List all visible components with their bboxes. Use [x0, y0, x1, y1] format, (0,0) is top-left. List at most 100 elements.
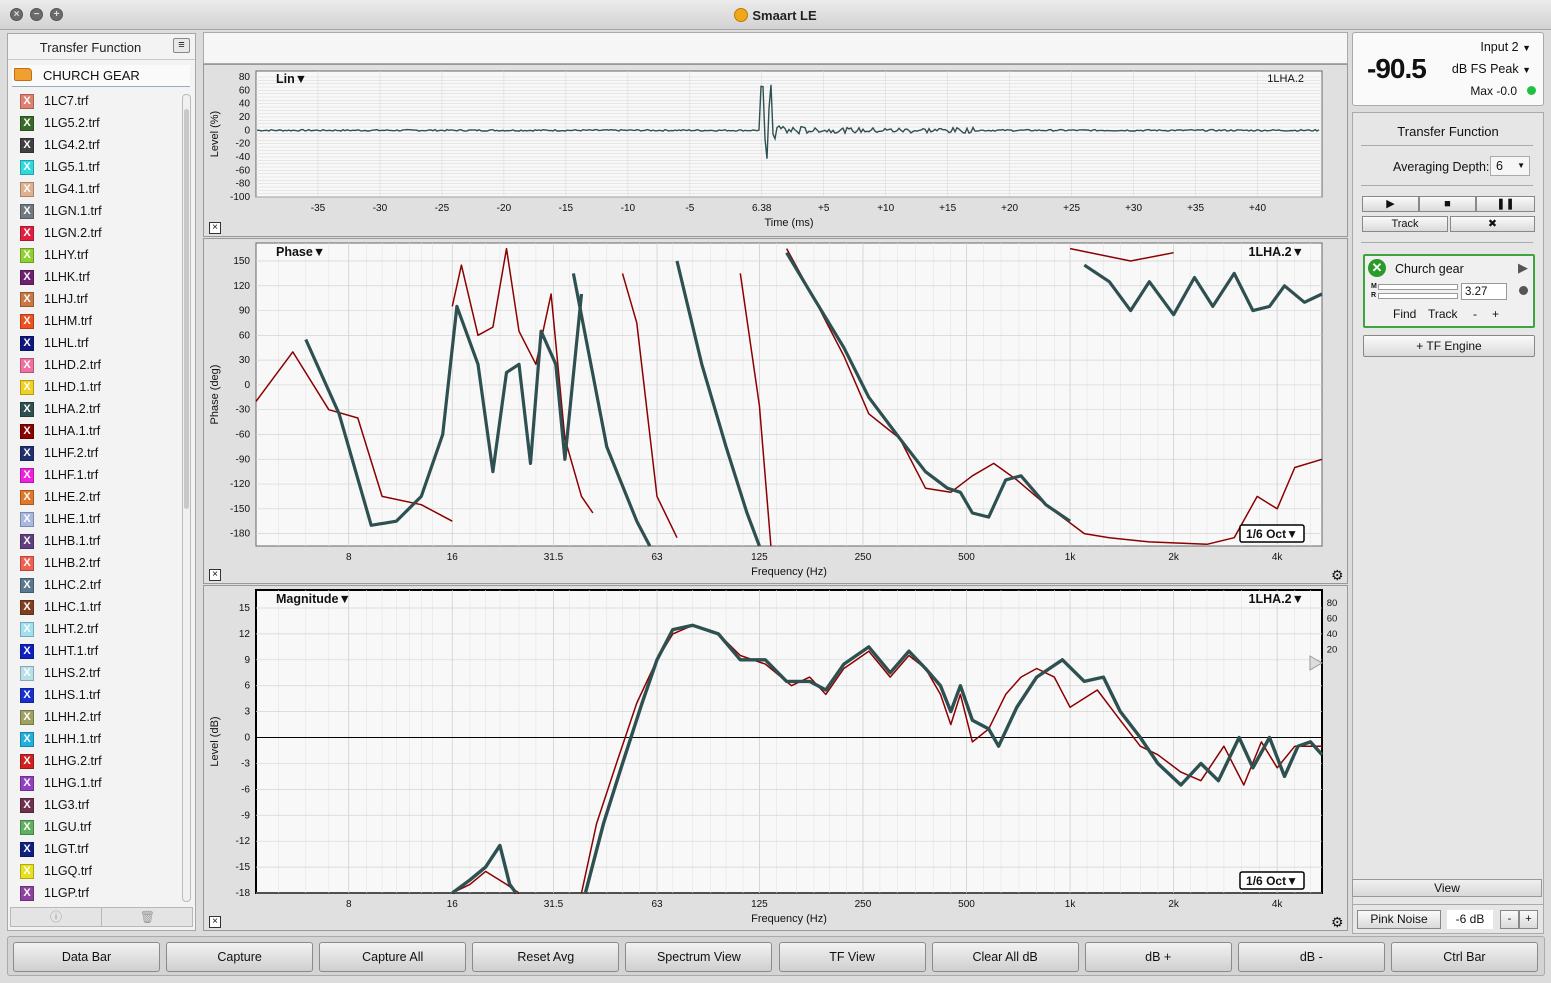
trace-file-icon[interactable]: X — [20, 732, 34, 747]
trace-file-icon[interactable]: X — [20, 534, 34, 549]
file-list-item[interactable]: X 1LHH.2.trf — [18, 707, 188, 729]
delay-plus-button[interactable]: + — [1492, 307, 1499, 321]
file-list-item[interactable]: X 1LGN.2.trf — [18, 223, 188, 245]
trace-file-icon[interactable]: X — [20, 402, 34, 417]
file-list-item[interactable]: X 1LGU.trf — [18, 817, 188, 839]
trace-file-icon[interactable]: X — [20, 688, 34, 703]
trace-file-icon[interactable]: X — [20, 578, 34, 593]
trace-file-icon[interactable]: X — [20, 248, 34, 263]
trace-file-icon[interactable]: X — [20, 886, 34, 901]
trace-file-icon[interactable]: X — [20, 138, 34, 153]
file-list-item[interactable]: X 1LG5.2.trf — [18, 113, 188, 135]
info-icon[interactable]: ⓘ — [11, 908, 102, 926]
capture-all-button[interactable]: Capture All — [319, 942, 467, 972]
pause-button[interactable]: ❚❚ — [1476, 196, 1535, 212]
db-button[interactable]: dB - — [1237, 942, 1385, 972]
file-list-item[interactable]: X 1LHS.2.trf — [18, 663, 188, 685]
delay-minus-button[interactable]: - — [1473, 307, 1477, 321]
clear-all-db-button[interactable]: Clear All dB — [931, 942, 1079, 972]
trace-file-icon[interactable]: X — [20, 490, 34, 505]
level-minus-button[interactable]: - — [1500, 910, 1519, 929]
file-list-item[interactable]: X 1LC7.trf — [18, 91, 188, 113]
file-list-item[interactable]: X 1LHG.1.trf — [18, 773, 188, 795]
file-list-item[interactable]: X 1LG4.2.trf — [18, 135, 188, 157]
file-list-item[interactable]: X 1LHG.2.trf — [18, 751, 188, 773]
trace-file-icon[interactable]: X — [20, 644, 34, 659]
file-list-item[interactable]: X 1LHK.trf — [18, 267, 188, 289]
file-list-item[interactable]: X 1LHC.1.trf — [18, 597, 188, 619]
file-list-item[interactable]: X 1LG3.trf — [18, 795, 188, 817]
trace-file-icon[interactable]: X — [20, 424, 34, 439]
trace-file-icon[interactable]: X — [20, 776, 34, 791]
trace-file-icon[interactable]: X — [20, 94, 34, 109]
file-list-item[interactable]: X 1LHA.1.trf — [18, 421, 188, 443]
trace-file-icon[interactable]: X — [20, 358, 34, 373]
phase-plot-svg[interactable]: 8 16 31.5 63 125 250 500 1k 2k 4k 150 120 90 60 30 0 -30… — [204, 239, 1349, 585]
file-list-item[interactable]: X 1LHE.1.trf — [18, 509, 188, 531]
file-list-item[interactable]: X 1LHB.2.trf — [18, 553, 188, 575]
trace-file-icon[interactable]: X — [20, 842, 34, 857]
file-list-item[interactable]: X 1LHY.trf — [18, 245, 188, 267]
file-list-item[interactable]: X 1LHB.1.trf — [18, 531, 188, 553]
add-tf-engine-button[interactable]: + TF Engine — [1363, 335, 1535, 357]
trace-file-icon[interactable]: X — [20, 600, 34, 615]
close-graph-icon[interactable]: × — [209, 916, 221, 928]
graph-settings-gear-icon[interactable]: ⚙ — [1331, 568, 1345, 582]
ctrl-bar-button[interactable]: Ctrl Bar — [1390, 942, 1538, 972]
file-list-item[interactable]: X 1LHE.2.trf — [18, 487, 188, 509]
folder-row[interactable]: CHURCH GEAR — [12, 65, 190, 87]
file-list-item[interactable]: X 1LHH.1.trf — [18, 729, 188, 751]
file-list-item[interactable]: X 1LHF.1.trf — [18, 465, 188, 487]
file-list-item[interactable]: X 1LHD.1.trf — [18, 377, 188, 399]
panel-menu-icon[interactable]: ≡ — [173, 38, 190, 53]
input-select[interactable]: Input 2 ▼ — [1480, 40, 1531, 54]
close-graph-icon[interactable]: × — [209, 222, 221, 234]
reset-avg-button[interactable]: Reset Avg — [472, 942, 620, 972]
data-bar-button[interactable]: Data Bar — [13, 942, 160, 972]
capture-button[interactable]: Capture — [166, 942, 314, 972]
tools-button[interactable]: ✖ — [1450, 216, 1535, 232]
file-list-item[interactable]: X 1LHJ.trf — [18, 289, 188, 311]
file-list-item[interactable]: X 1LHC.2.trf — [18, 575, 188, 597]
trace-file-icon[interactable]: X — [20, 512, 34, 527]
trace-file-icon[interactable]: X — [20, 380, 34, 395]
delay-field[interactable]: 3.27 — [1461, 283, 1507, 300]
engine-name[interactable]: Church gear — [1395, 262, 1464, 276]
spectrum-view-button[interactable]: Spectrum View — [625, 942, 773, 972]
file-list-item[interactable]: X 1LG5.1.trf — [18, 157, 188, 179]
trace-file-icon[interactable]: X — [20, 182, 34, 197]
file-list-item[interactable]: X 1LHL.trf — [18, 333, 188, 355]
graph-settings-gear-icon[interactable]: ⚙ — [1331, 915, 1345, 929]
trace-file-icon[interactable]: X — [20, 446, 34, 461]
view-button[interactable]: View — [1352, 879, 1542, 897]
tf-view-button[interactable]: TF View — [778, 942, 926, 972]
close-graph-icon[interactable]: × — [209, 569, 221, 581]
engine-expand-icon[interactable]: ▶ — [1518, 260, 1528, 276]
trace-file-icon[interactable]: X — [20, 666, 34, 681]
record-icon[interactable] — [1519, 286, 1528, 295]
engine-enable-icon[interactable]: ✕ — [1368, 259, 1386, 277]
averaging-select[interactable]: 6 ▼ — [1490, 156, 1530, 176]
trace-file-icon[interactable]: X — [20, 710, 34, 725]
trace-file-icon[interactable]: X — [20, 798, 34, 813]
trace-file-icon[interactable]: X — [20, 820, 34, 835]
trace-file-icon[interactable]: X — [20, 292, 34, 307]
trace-file-icon[interactable]: X — [20, 226, 34, 241]
trace-file-icon[interactable]: X — [20, 336, 34, 351]
stop-button[interactable]: ■ — [1419, 196, 1476, 212]
file-list-item[interactable]: X 1LHD.2.trf — [18, 355, 188, 377]
file-list-item[interactable]: X 1LGT.trf — [18, 839, 188, 861]
meter-mode-select[interactable]: dB FS Peak ▼ — [1452, 62, 1531, 76]
file-list-item[interactable]: X 1LGN.1.trf — [18, 201, 188, 223]
trace-file-icon[interactable]: X — [20, 864, 34, 879]
play-button[interactable]: ▶ — [1362, 196, 1419, 212]
file-list-scrollbar[interactable] — [182, 94, 191, 902]
file-list-item[interactable]: X 1LGQ.trf — [18, 861, 188, 883]
trace-file-icon[interactable]: X — [20, 754, 34, 769]
trace-file-icon[interactable]: X — [20, 556, 34, 571]
trace-file-icon[interactable]: X — [20, 116, 34, 131]
magnitude-plot-svg[interactable]: 8 16 31.5 63 125 250 500 1k 2k 4k15129630-3-6-9-1… — [204, 586, 1349, 932]
file-list-item[interactable]: X 1LHF.2.trf — [18, 443, 188, 465]
trace-file-icon[interactable]: X — [20, 270, 34, 285]
file-list-item[interactable]: X 1LHA.2.trf — [18, 399, 188, 421]
